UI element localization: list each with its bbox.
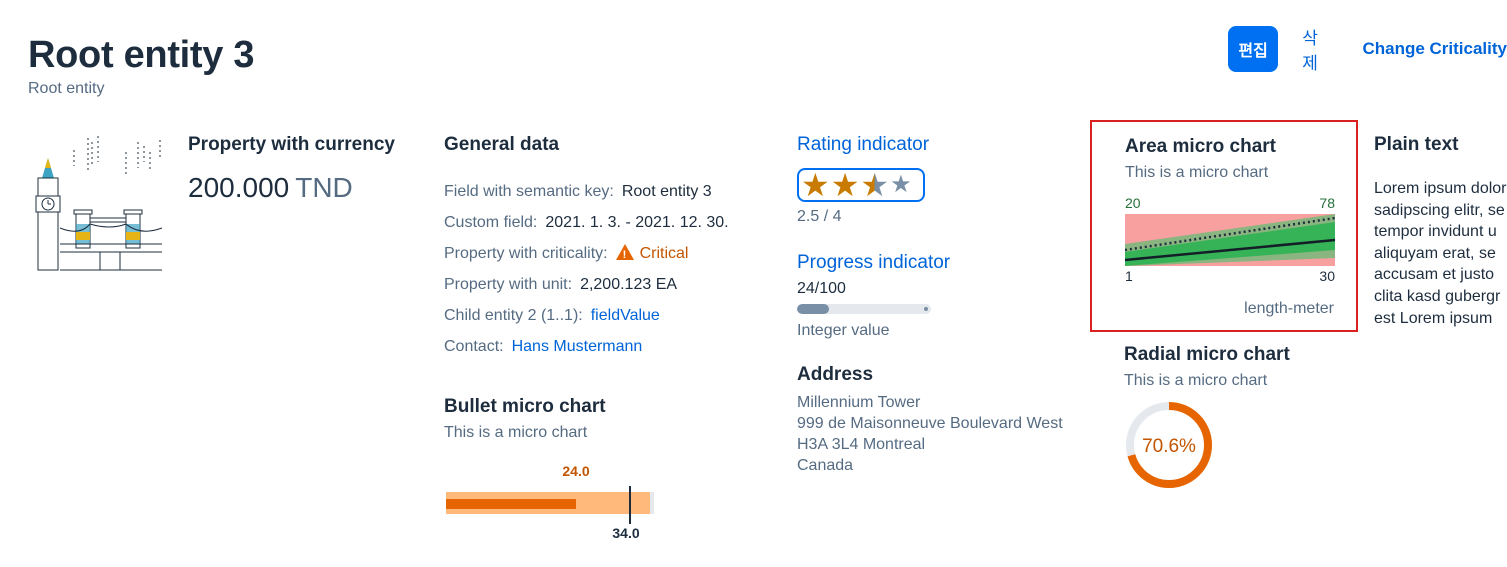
field-semantic-key: Field with semantic key: Root entity 3 xyxy=(444,182,729,201)
progress-indicator-title[interactable]: Progress indicator xyxy=(797,252,1063,274)
star-half-icon: ★ xyxy=(860,167,890,203)
area-chart-card[interactable]: Area micro chart This is a micro chart 2… xyxy=(1090,120,1358,332)
child-entity-link[interactable]: fieldValue xyxy=(591,307,660,324)
area-x-start: 1 xyxy=(1125,268,1133,284)
address-line: Canada xyxy=(797,457,854,474)
general-data-title: General data xyxy=(444,134,560,155)
field-label: Field with semantic key: xyxy=(444,183,614,200)
header-actions: 편집 삭제 Change Criticality xyxy=(1228,24,1507,74)
field-criticality: Property with criticality: Critical xyxy=(444,244,729,265)
area-chart[interactable]: 20 78 1 30 xyxy=(1124,194,1337,286)
bullet-chart-subtitle: This is a micro chart xyxy=(444,424,588,441)
criticality-status: Critical xyxy=(615,244,689,265)
progress-end-dot xyxy=(924,307,928,311)
page-title: Root entity 3 xyxy=(28,34,255,76)
criticality-text: Critical xyxy=(639,245,689,262)
area-chart-unit: length-meter xyxy=(1244,300,1334,317)
plain-text-body: Lorem ipsum dolor sadipscing elitr, se t… xyxy=(1374,180,1507,327)
star-empty-icon: ★ xyxy=(890,171,912,198)
bullet-actual-label: 24.0 xyxy=(562,463,589,479)
currency-label: Property with currency xyxy=(188,134,395,155)
change-criticality-button[interactable]: Change Criticality xyxy=(1362,39,1507,59)
progress-bar xyxy=(797,304,931,314)
rating-value: 2.5 / 4 xyxy=(797,208,842,225)
area-chart-subtitle: This is a micro chart xyxy=(1125,164,1269,181)
progress-label: Integer value xyxy=(797,322,890,339)
page-subtitle: Root entity xyxy=(28,80,105,97)
radial-chart-subtitle: This is a micro chart xyxy=(1124,372,1268,389)
plain-text-title: Plain text xyxy=(1374,134,1459,155)
field-custom: Custom field: 2021. 1. 3. - 2021. 12. 30. xyxy=(444,213,729,232)
radial-chart-section: Radial micro chart This is a micro chart… xyxy=(1124,344,1290,505)
address-line: Millennium Tower xyxy=(797,394,921,411)
radial-chart-title: Radial micro chart xyxy=(1124,344,1290,365)
rating-indicator-title[interactable]: Rating indicator xyxy=(797,134,1063,156)
bullet-target-label: 34.0 xyxy=(612,525,639,540)
warning-icon xyxy=(615,244,634,265)
currency-value: 200.000 TND xyxy=(188,172,395,204)
rating-indicator[interactable]: ★ ★ ★ ★ xyxy=(797,168,925,202)
field-label: Property with unit: xyxy=(444,276,573,293)
currency-amount: 200.000 xyxy=(188,172,290,203)
area-end-value: 78 xyxy=(1319,195,1335,211)
field-label: Property with criticality: xyxy=(444,245,608,262)
radial-chart[interactable]: 70.6% xyxy=(1124,400,1224,500)
indicators-section: Rating indicator ★ ★ ★ ★ 2.5 / 4 Progres… xyxy=(797,134,1063,476)
radial-value-label: 70.6% xyxy=(1142,436,1196,457)
edit-button[interactable]: 편집 xyxy=(1228,26,1279,72)
field-value: Root entity 3 xyxy=(621,183,712,200)
field-contact: Contact: Hans Mustermann xyxy=(444,337,729,356)
london-illustration xyxy=(30,132,170,272)
field-child-entity: Child entity 2 (1..1): fieldValue xyxy=(444,306,729,325)
currency-unit: TND xyxy=(295,172,353,203)
progress-fill xyxy=(797,304,830,314)
field-label: Custom field: xyxy=(444,214,538,231)
star-icon: ★ xyxy=(830,167,860,203)
field-label: Child entity 2 (1..1): xyxy=(444,307,583,324)
delete-button[interactable]: 삭제 xyxy=(1302,24,1328,74)
field-value: 2021. 1. 3. - 2021. 12. 30. xyxy=(545,214,729,231)
bullet-actual-bar xyxy=(446,499,576,509)
address-title: Address xyxy=(797,364,874,385)
address-line: H3A 3L4 Montreal xyxy=(797,436,926,453)
progress-value: 24/100 xyxy=(797,280,846,297)
bullet-chart-section: Bullet micro chart This is a micro chart… xyxy=(444,396,664,545)
field-label: Contact: xyxy=(444,338,504,355)
field-value: 2,200.123 EA xyxy=(580,276,678,293)
area-chart-title: Area micro chart xyxy=(1125,136,1277,157)
address-line: 999 de Maisonneuve Boulevard West xyxy=(797,415,1063,432)
area-start-value: 20 xyxy=(1125,195,1141,211)
bullet-range-end xyxy=(650,492,654,514)
bullet-chart-title: Bullet micro chart xyxy=(444,396,606,417)
contact-link[interactable]: Hans Mustermann xyxy=(512,338,643,355)
bullet-chart[interactable]: 24.0 34.0 xyxy=(444,450,664,541)
area-x-end: 30 xyxy=(1319,268,1335,284)
address-lines: Millennium Tower 999 de Maisonneuve Boul… xyxy=(797,392,1063,476)
general-data-section: General data Field with semantic key: Roo… xyxy=(444,134,729,356)
currency-section: Property with currency 200.000 TND xyxy=(188,134,395,204)
field-unit: Property with unit: 2,200.123 EA xyxy=(444,275,729,294)
star-icon: ★ xyxy=(801,167,830,203)
plain-text-section: Plain text Lorem ipsum dolor sadipscing … xyxy=(1374,134,1507,329)
